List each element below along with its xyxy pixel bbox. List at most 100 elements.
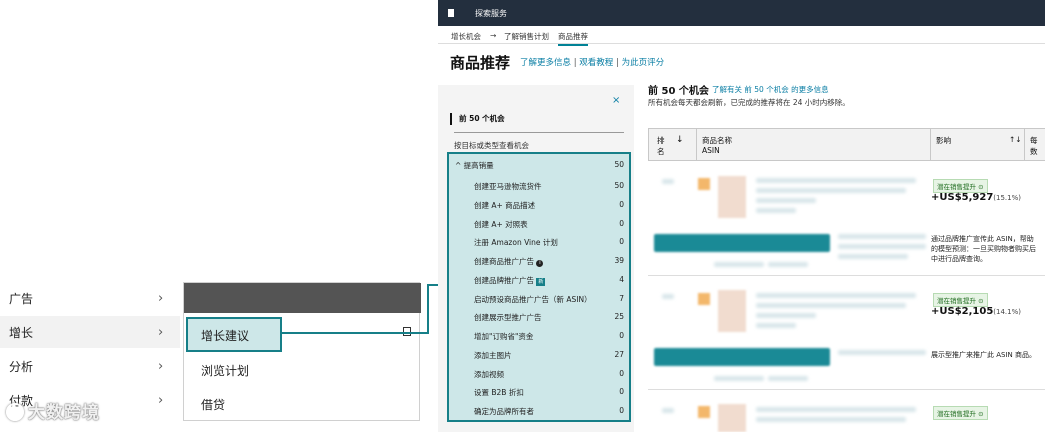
description-line: 的模型预测：一旦买购物者购买后 — [931, 245, 1036, 253]
impact-value: +US$5,927(15.1%) — [931, 192, 1021, 203]
filter-row-label: 添加视频 — [474, 370, 504, 379]
filter-row-count: 0 — [619, 406, 624, 415]
filter-row[interactable]: 创建品牌推广广告 新 4 — [449, 274, 629, 288]
filter-row[interactable]: 注册 Amazon Vine 计划 0 — [449, 236, 629, 250]
product-title-blurred — [756, 188, 906, 193]
group-count: 50 — [614, 160, 624, 169]
bookmark-icon[interactable] — [448, 9, 454, 17]
filter-row-label: 创建品牌推广广告 新 — [474, 276, 546, 286]
filter-subheading: 按目标或类型查看机会 — [454, 141, 529, 150]
topbar-title: 探索服务 — [475, 9, 507, 18]
sort-icon[interactable]: ↑↓ — [1009, 135, 1022, 144]
description-blurred — [838, 234, 926, 239]
product-title-blurred — [756, 417, 906, 422]
rank-blurred — [662, 408, 674, 413]
title-links: 了解更多信息 | 观看教程 | 为此页评分 — [520, 56, 664, 68]
description-line: 中进行品牌查询。 — [931, 255, 987, 263]
opportunities-learn-more-link[interactable]: 了解有关 前 50 个机会 的更多信息 — [712, 84, 829, 95]
asin-blurred — [756, 313, 816, 318]
table-row: 潜在销售提升 ⊙ — [648, 392, 1045, 432]
link-blurred[interactable] — [768, 262, 808, 267]
description-blurred — [838, 350, 926, 355]
watermark-text: 大数跨境 — [28, 403, 100, 423]
action-button[interactable] — [654, 348, 830, 366]
product-image — [718, 290, 746, 332]
new-badge: 新 — [536, 278, 546, 286]
sales-lift-badge: 潜在销售提升 ⊙ — [933, 406, 988, 420]
filter-row-label: 创建 A+ 商品描述 — [474, 201, 536, 210]
filter-row-label: 确定为品牌所有者 — [474, 407, 534, 416]
product-image — [718, 176, 746, 218]
watermark-logo-icon — [6, 403, 24, 421]
filter-row[interactable]: 创建亚马逊物流货件 50 — [449, 180, 629, 194]
product-column-header: 商品名称 ASIN — [697, 129, 931, 160]
opportunities-note: 所有机会每天都会刷新，已完成的推荐将在 24 小时内移除。 — [648, 98, 850, 107]
product-title-blurred — [756, 178, 916, 183]
breadcrumb: 增长机会 → 了解销售计划 商品推荐 — [438, 26, 1045, 46]
top-opportunities-filter[interactable]: 前 50 个机会 — [450, 113, 505, 125]
filter-row[interactable]: 添加视频 0 — [449, 368, 629, 382]
filter-row-label: 创建展示型推广广告 — [474, 313, 542, 322]
filter-row[interactable]: 添加主图片 27 — [449, 349, 629, 363]
group-header-increase-sales[interactable]: ^ 提高销量 50 — [449, 159, 629, 173]
filter-row-count: 4 — [619, 275, 624, 284]
extra-column-header: 每 数 — [1030, 136, 1038, 156]
filter-row-count: 7 — [619, 294, 624, 303]
rate-page-link[interactable]: 为此页评分 — [622, 58, 665, 68]
filter-row-count: 0 — [619, 200, 624, 209]
info-icon[interactable]: i — [536, 260, 544, 267]
group-label: ^ 提高销量 — [455, 161, 494, 170]
link-separator: | — [613, 58, 622, 68]
seller-central-panel: 探索服务 增长机会 → 了解销售计划 商品推荐 商品推荐 了解更多信息 | 观看… — [438, 0, 1045, 432]
sales-lift-badge: 潜在销售提升 ⊙ — [933, 293, 988, 307]
impact-value: +US$2,105(14.1%) — [931, 306, 1021, 317]
filter-row-count: 27 — [614, 350, 624, 359]
sales-lift-badge: 潜在销售提升 ⊙ — [933, 179, 988, 193]
asin-blurred — [756, 208, 796, 213]
filter-row[interactable]: 创建 A+ 商品描述 0 — [449, 199, 629, 213]
filter-row[interactable]: 增加"订购省"资金 0 — [449, 330, 629, 344]
link-blurred[interactable] — [768, 376, 808, 381]
close-icon[interactable]: × — [612, 95, 620, 106]
filter-row-label: 创建商品推广广告 i — [474, 256, 544, 267]
learn-more-link[interactable]: 了解更多信息 — [520, 58, 571, 68]
table-header: 排 名 ↓ 商品名称 ASIN 影响 ↑↓ 每 数 — [648, 128, 1045, 161]
filter-row-count: 0 — [619, 387, 624, 396]
breadcrumb-current[interactable]: 商品推荐 — [558, 31, 588, 46]
filter-row-label: 启动预设商品推广广告（新 ASIN） — [474, 295, 592, 304]
product-thumbnail — [698, 406, 710, 418]
product-image — [718, 404, 746, 432]
increase-sales-group: ^ 提高销量 50 创建亚马逊物流货件 50 创建 A+ 商品描述 0 创建 A… — [447, 152, 631, 422]
filter-row[interactable]: 确定为品牌所有者 0 — [449, 405, 629, 419]
tutorial-link[interactable]: 观看教程 — [579, 58, 613, 68]
impact-column-header[interactable]: 影响 ↑↓ — [931, 129, 1025, 160]
filter-row-count: 0 — [619, 369, 624, 378]
product-title-blurred — [756, 303, 906, 308]
action-button[interactable] — [654, 234, 830, 252]
filter-row[interactable]: 创建商品推广广告 i 39 — [449, 255, 629, 269]
table-row: 潜在销售提升 ⊙ +US$2,105(14.1%) 展示型推广来推广此 ASIN… — [648, 278, 1045, 390]
filter-row[interactable]: 启动预设商品推广广告（新 ASIN） 7 — [449, 293, 629, 307]
asin-blurred — [756, 323, 796, 328]
rank-column-header[interactable]: 排 名 ↓ — [649, 129, 697, 160]
filter-row-count: 25 — [614, 312, 624, 321]
filter-row-count: 0 — [619, 219, 624, 228]
sort-down-icon[interactable]: ↓ — [676, 135, 684, 145]
top-bar: 探索服务 — [438, 0, 1045, 26]
asin-blurred — [756, 198, 816, 203]
product-thumbnail — [698, 178, 710, 190]
description-line: 展示型推广来推广此 ASIN 商品。 — [931, 351, 1036, 359]
filter-row[interactable]: 创建 A+ 对照表 0 — [449, 218, 629, 232]
link-blurred[interactable] — [714, 262, 764, 267]
filter-row[interactable]: 创建展示型推广广告 25 — [449, 311, 629, 325]
filter-row-count: 39 — [614, 256, 624, 265]
product-title-blurred — [756, 407, 916, 412]
product-title-blurred — [756, 293, 916, 298]
breadcrumb-item[interactable]: 了解销售计划 — [504, 31, 549, 42]
breadcrumb-item[interactable]: 增长机会 — [451, 31, 481, 42]
link-blurred[interactable] — [714, 376, 764, 381]
filter-row[interactable]: 设置 B2B 折扣 0 — [449, 386, 629, 400]
divider — [454, 132, 624, 133]
filter-row-label: 添加主图片 — [474, 351, 512, 360]
page-title: 商品推荐 — [450, 54, 511, 72]
